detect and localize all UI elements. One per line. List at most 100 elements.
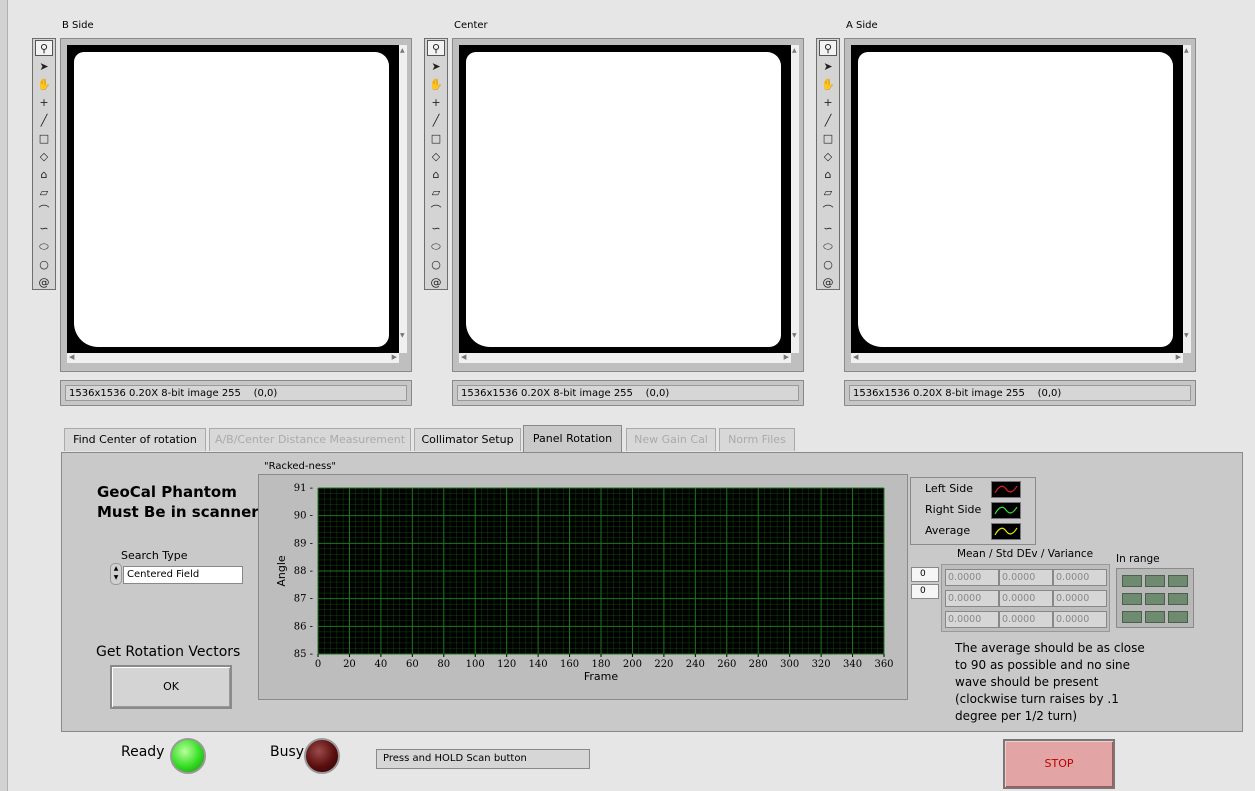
scroll-right-arrow-icon[interactable]: ▶ bbox=[1176, 353, 1181, 361]
tab-find-center-of-rotation[interactable]: Find Center of rotation bbox=[64, 428, 206, 451]
scroll-right-arrow-icon[interactable]: ▶ bbox=[392, 353, 397, 361]
chart-legend: Left Side Right Side Average bbox=[910, 477, 1036, 545]
vertical-scrollbar[interactable]: ▲ ▼ bbox=[1183, 45, 1191, 353]
zoom-icon[interactable]: ⚲ bbox=[35, 40, 53, 56]
image-toolbar-b-side[interactable]: ⚲ ➤ ✋ + ╱ □ ◇ ⌂ ▱ ⌒ ∽ ⬭ ○ @ bbox=[32, 38, 56, 290]
line-icon[interactable]: ╱ bbox=[427, 112, 445, 128]
legend-swatch-left-side[interactable] bbox=[991, 481, 1021, 498]
image-toolbar-a-side[interactable]: ⚲ ➤ ✋ + ╱ □ ◇ ⌂ ▱ ⌒ ∽ ⬭ ○ @ bbox=[816, 38, 840, 290]
image-canvas[interactable] bbox=[459, 45, 791, 353]
oval-icon[interactable]: ⬭ bbox=[35, 238, 53, 254]
freehand-icon[interactable]: ▱ bbox=[427, 184, 445, 200]
image-toolbar-center[interactable]: ⚲ ➤ ✋ + ╱ □ ◇ ⌂ ▱ ⌒ ∽ ⬭ ○ @ bbox=[424, 38, 448, 290]
horizontal-scrollbar[interactable]: ◀ ▶ bbox=[851, 353, 1183, 363]
zoom-icon[interactable]: ⚲ bbox=[819, 40, 837, 56]
image-info-text: 1536x1536 0.20X 8-bit image 255 (0,0) bbox=[457, 385, 799, 401]
line-icon[interactable]: ╱ bbox=[819, 112, 837, 128]
stats-cell: 0.0000 bbox=[1053, 569, 1107, 586]
freehand-icon[interactable]: ▱ bbox=[35, 184, 53, 200]
stats-index-col[interactable]: 0 bbox=[911, 584, 939, 599]
spiral-icon[interactable]: @ bbox=[427, 274, 445, 290]
image-display-a-side[interactable]: ▲ ▼ ◀ ▶ bbox=[844, 38, 1196, 372]
vertical-scrollbar[interactable]: ▲ ▼ bbox=[791, 45, 799, 353]
circle-icon[interactable]: ○ bbox=[427, 256, 445, 272]
search-type-spinner[interactable]: ▲ ▼ bbox=[110, 563, 122, 585]
ready-indicator-led bbox=[170, 738, 206, 774]
scroll-up-arrow-icon[interactable]: ▲ bbox=[1184, 47, 1189, 54]
scroll-down-arrow-icon[interactable]: ▼ bbox=[792, 332, 797, 339]
broken-line-icon[interactable]: ∽ bbox=[427, 220, 445, 236]
scroll-down-arrow-icon[interactable]: ▼ bbox=[1184, 332, 1189, 339]
rectangle-icon[interactable]: □ bbox=[819, 130, 837, 146]
circle-icon[interactable]: ○ bbox=[35, 256, 53, 272]
image-display-center[interactable]: ▲ ▼ ◀ ▶ bbox=[452, 38, 804, 372]
oval-icon[interactable]: ⬭ bbox=[427, 238, 445, 254]
tab-new-gain-cal[interactable]: New Gain Cal bbox=[626, 428, 716, 451]
annulus-icon[interactable]: ⌒ bbox=[819, 202, 837, 218]
legend-label-average: Average bbox=[925, 524, 971, 537]
stats-cell: 0.0000 bbox=[999, 590, 1053, 607]
point-icon[interactable]: + bbox=[35, 94, 53, 110]
zoom-icon[interactable]: ⚲ bbox=[427, 40, 445, 56]
annulus-icon[interactable]: ⌒ bbox=[35, 202, 53, 218]
ok-button[interactable]: OK bbox=[110, 665, 232, 709]
rotated-rectangle-icon[interactable]: ◇ bbox=[427, 148, 445, 164]
pointer-icon[interactable]: ➤ bbox=[427, 58, 445, 74]
ready-label: Ready bbox=[121, 744, 165, 760]
legend-swatch-average[interactable] bbox=[991, 523, 1021, 540]
in-range-led bbox=[1145, 575, 1165, 587]
pointer-icon[interactable]: ➤ bbox=[819, 58, 837, 74]
scroll-left-arrow-icon[interactable]: ◀ bbox=[69, 353, 74, 361]
oval-icon[interactable]: ⬭ bbox=[819, 238, 837, 254]
pan-hand-icon[interactable]: ✋ bbox=[427, 76, 445, 92]
polygon-icon[interactable]: ⌂ bbox=[35, 166, 53, 182]
point-icon[interactable]: + bbox=[427, 94, 445, 110]
broken-line-icon[interactable]: ∽ bbox=[819, 220, 837, 236]
rotated-rectangle-icon[interactable]: ◇ bbox=[35, 148, 53, 164]
legend-swatch-right-side[interactable] bbox=[991, 502, 1021, 519]
tab-collimator-setup[interactable]: Collimator Setup bbox=[414, 428, 521, 451]
busy-indicator-led bbox=[304, 738, 340, 774]
tab-norm-files[interactable]: Norm Files bbox=[719, 428, 795, 451]
image-canvas[interactable] bbox=[67, 45, 399, 353]
image-canvas[interactable] bbox=[851, 45, 1183, 353]
scroll-right-arrow-icon[interactable]: ▶ bbox=[784, 353, 789, 361]
search-type-ring[interactable]: Centered Field bbox=[123, 566, 243, 584]
y-tick-label: 87 - bbox=[294, 594, 313, 605]
legend-label-left-side: Left Side bbox=[925, 482, 973, 495]
image-display-b-side[interactable]: ▲ ▼ ◀ ▶ bbox=[60, 38, 412, 372]
stats-index-row[interactable]: 0 bbox=[911, 567, 939, 582]
image-info-text: 1536x1536 0.20X 8-bit image 255 (0,0) bbox=[65, 385, 407, 401]
polygon-icon[interactable]: ⌂ bbox=[427, 166, 445, 182]
x-tick-label: 300 bbox=[780, 659, 799, 670]
rotated-rectangle-icon[interactable]: ◇ bbox=[819, 148, 837, 164]
scroll-up-arrow-icon[interactable]: ▲ bbox=[400, 47, 405, 54]
scroll-down-arrow-icon[interactable]: ▼ bbox=[400, 332, 405, 339]
freehand-icon[interactable]: ▱ bbox=[819, 184, 837, 200]
rectangle-icon[interactable]: □ bbox=[427, 130, 445, 146]
pan-hand-icon[interactable]: ✋ bbox=[819, 76, 837, 92]
scroll-left-arrow-icon[interactable]: ◀ bbox=[461, 353, 466, 361]
circle-icon[interactable]: ○ bbox=[819, 256, 837, 272]
spiral-icon[interactable]: @ bbox=[35, 274, 53, 290]
line-icon[interactable]: ╱ bbox=[35, 112, 53, 128]
scroll-left-arrow-icon[interactable]: ◀ bbox=[853, 353, 858, 361]
horizontal-scrollbar[interactable]: ◀ ▶ bbox=[459, 353, 791, 363]
display-title-a-side: A Side bbox=[846, 20, 878, 31]
pointer-icon[interactable]: ➤ bbox=[35, 58, 53, 74]
x-tick-label: 320 bbox=[812, 659, 831, 670]
tab-panel-rotation[interactable]: Panel Rotation bbox=[523, 425, 622, 452]
stop-button[interactable]: STOP bbox=[1003, 739, 1115, 789]
tab-distance-measurement[interactable]: A/B/Center Distance Measurement bbox=[209, 428, 411, 451]
broken-line-icon[interactable]: ∽ bbox=[35, 220, 53, 236]
pan-hand-icon[interactable]: ✋ bbox=[35, 76, 53, 92]
polygon-icon[interactable]: ⌂ bbox=[819, 166, 837, 182]
vertical-scrollbar[interactable]: ▲ ▼ bbox=[399, 45, 407, 353]
y-tick-label: 85 - bbox=[294, 649, 313, 660]
horizontal-scrollbar[interactable]: ◀ ▶ bbox=[67, 353, 399, 363]
rectangle-icon[interactable]: □ bbox=[35, 130, 53, 146]
point-icon[interactable]: + bbox=[819, 94, 837, 110]
annulus-icon[interactable]: ⌒ bbox=[427, 202, 445, 218]
scroll-up-arrow-icon[interactable]: ▲ bbox=[792, 47, 797, 54]
spiral-icon[interactable]: @ bbox=[819, 274, 837, 290]
